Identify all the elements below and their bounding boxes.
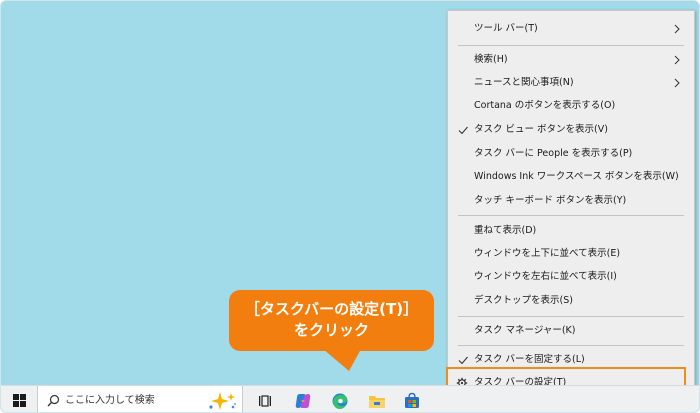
menu-item-label: ニュースと関心事項(N)	[474, 77, 574, 88]
menu-item-touch-keyboard[interactable]: タッチ キーボード ボタンを表示(Y)	[448, 190, 694, 212]
menu-item-people[interactable]: タスク バーに People を表示する(P)	[448, 143, 694, 165]
start-button[interactable]	[1, 386, 37, 412]
search-input[interactable]: ここに入力して検索	[37, 386, 243, 412]
menu-item-toolbars[interactable]: ツール バー(T)	[448, 18, 694, 40]
task-view-button[interactable]	[251, 386, 279, 412]
menu-item-task-view-button[interactable]: タスク ビュー ボタンを表示(V)	[448, 119, 694, 141]
checkmark-icon	[458, 126, 468, 135]
copilot-button[interactable]	[289, 386, 317, 412]
menu-item-label: ウィンドウを上下に並べて表示(E)	[474, 248, 621, 259]
edge-button[interactable]	[326, 386, 354, 412]
chevron-right-icon	[674, 24, 680, 34]
menu-item-search[interactable]: 検索(H)	[448, 49, 694, 71]
menu-item-cascade[interactable]: 重ねて表示(D)	[448, 220, 694, 242]
menu-item-label: Cortana のボタンを表示する(O)	[474, 100, 616, 111]
menu-item-label: Windows Ink ワークスペース ボタンを表示(W)	[474, 171, 679, 182]
menu-item-label: タスク マネージャー(K)	[474, 325, 576, 336]
menu-item-show-desktop[interactable]: デスクトップを表示(S)	[448, 290, 694, 312]
checkmark-icon	[458, 356, 468, 365]
menu-item-label: 重ねて表示(D)	[474, 225, 537, 236]
menu-item-label: タスク バーに People を表示する(P)	[474, 148, 633, 159]
callout-line1: ［タスクバーの設定(T)］	[244, 300, 419, 318]
menu-item-stacked[interactable]: ウィンドウを上下に並べて表示(E)	[448, 243, 694, 265]
store-icon	[405, 392, 419, 408]
menu-divider	[458, 345, 684, 346]
edge-icon	[332, 393, 348, 409]
menu-item-label: デスクトップを表示(S)	[474, 295, 573, 306]
copilot-sparkle-icon	[209, 392, 236, 410]
menu-item-windows-ink[interactable]: Windows Ink ワークスペース ボタンを表示(W)	[448, 166, 694, 188]
menu-item-side-by-side[interactable]: ウィンドウを左右に並べて表示(I)	[448, 266, 694, 288]
menu-divider	[458, 215, 684, 216]
menu-item-cortana-button[interactable]: Cortana のボタンを表示する(O)	[448, 95, 694, 117]
windows-start-icon	[12, 394, 26, 407]
store-button[interactable]	[398, 386, 426, 412]
menu-divider	[458, 316, 684, 317]
taskbar: ここに入力して検索	[1, 385, 699, 412]
menu-item-label: タスク ビュー ボタンを表示(V)	[474, 124, 608, 135]
menu-item-task-manager[interactable]: タスク マネージャー(K)	[448, 320, 694, 342]
file-explorer-button[interactable]	[363, 386, 391, 412]
copilot-icon	[295, 393, 311, 408]
instruction-callout: ［タスクバーの設定(T)］ をクリック	[229, 290, 434, 351]
search-placeholder: ここに入力して検索	[65, 395, 155, 406]
menu-item-label: ウィンドウを左右に並べて表示(I)	[474, 271, 617, 282]
search-icon	[47, 394, 60, 407]
menu-item-label: ツール バー(T)	[474, 23, 538, 34]
desktop: ツール バー(T) 検索(H) ニュースと関心事項(N) Cortana のボタ…	[0, 0, 700, 413]
taskbar-context-menu: ツール バー(T) 検索(H) ニュースと関心事項(N) Cortana のボタ…	[446, 10, 695, 400]
chevron-right-icon	[674, 55, 680, 65]
callout-tail	[323, 349, 361, 371]
callout-line2: をクリック	[293, 321, 369, 339]
menu-item-news-interests[interactable]: ニュースと関心事項(N)	[448, 72, 694, 94]
menu-item-label: 検索(H)	[474, 54, 508, 65]
chevron-right-icon	[674, 78, 680, 88]
task-view-icon	[259, 394, 271, 407]
file-explorer-icon	[369, 395, 385, 408]
menu-item-label: タッチ キーボード ボタンを表示(Y)	[474, 195, 627, 206]
menu-divider	[458, 45, 684, 46]
